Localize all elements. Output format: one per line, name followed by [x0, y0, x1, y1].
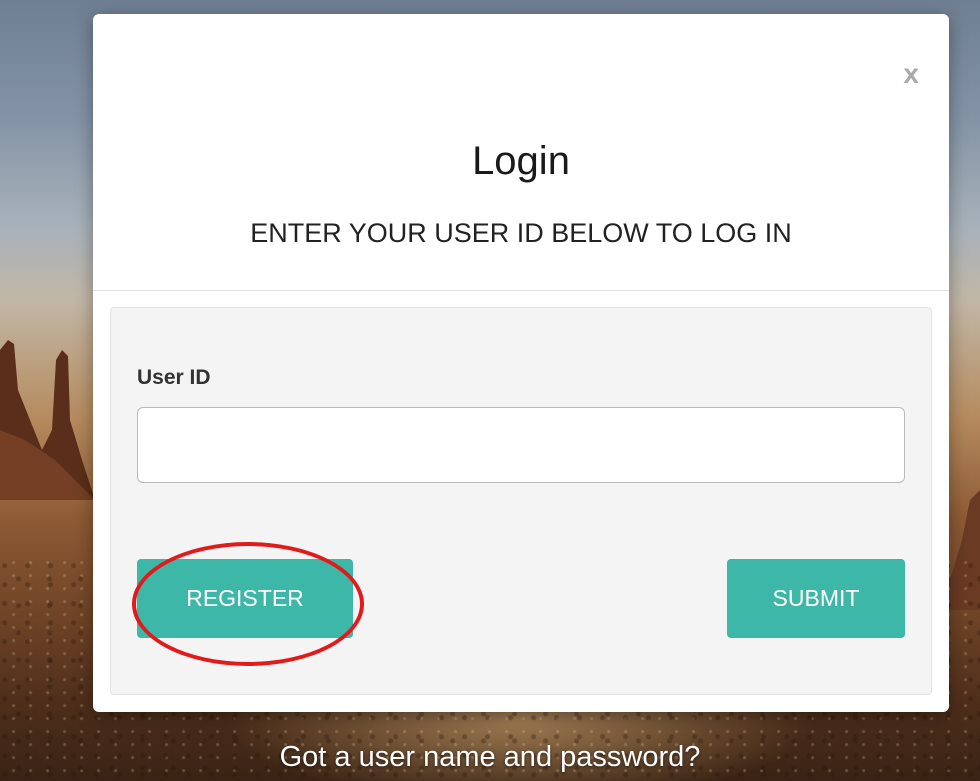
login-modal: x Login ENTER YOUR USER ID BELOW TO LOG …	[93, 14, 949, 712]
modal-subtitle: ENTER YOUR USER ID BELOW TO LOG IN	[250, 218, 792, 248]
close-button[interactable]: x	[903, 60, 919, 88]
modal-title: Login	[472, 139, 570, 183]
user-id-input[interactable]	[137, 407, 905, 483]
header-divider	[93, 290, 949, 291]
register-button[interactable]: REGISTER	[137, 559, 353, 638]
footer-prompt-text: Got a user name and password?	[279, 741, 701, 773]
rock-formation-left	[0, 340, 95, 500]
user-id-label: User ID	[137, 366, 211, 389]
login-form-panel: User ID REGISTER SUBMIT	[110, 307, 932, 695]
submit-button[interactable]: SUBMIT	[727, 559, 905, 638]
